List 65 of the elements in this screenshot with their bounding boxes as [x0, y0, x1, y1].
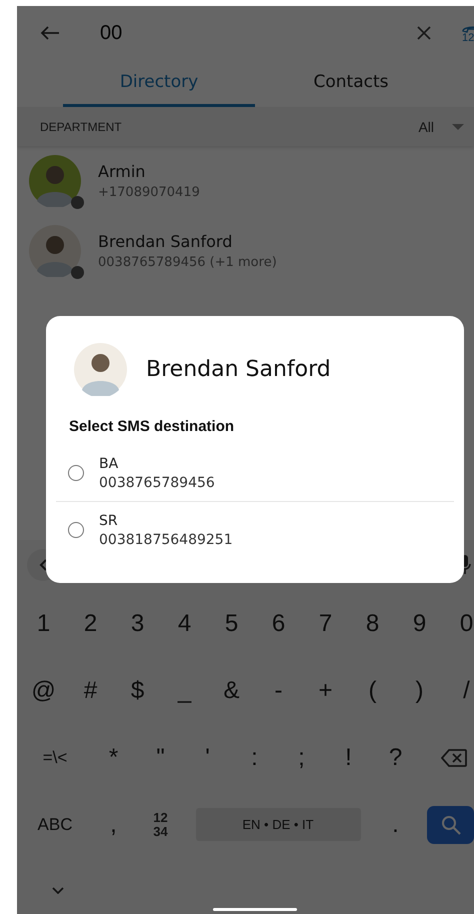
dropdown-value: All	[418, 118, 434, 134]
search-icon	[441, 814, 461, 834]
key[interactable]: #	[67, 668, 114, 712]
search-query[interactable]: 00	[100, 22, 416, 44]
avatar-placeholder	[29, 155, 81, 207]
department-dropdown[interactable]: All	[418, 118, 464, 134]
key[interactable]: (	[349, 668, 396, 712]
key[interactable]: 6	[255, 602, 302, 646]
key[interactable]: *	[90, 736, 137, 780]
key[interactable]: 9	[396, 602, 443, 646]
key[interactable]: =\<	[20, 736, 90, 780]
chevron-down-icon[interactable]	[52, 886, 64, 894]
option-label: SR	[99, 512, 119, 528]
backspace-icon[interactable]	[441, 748, 467, 766]
key[interactable]: 7	[302, 602, 349, 646]
key[interactable]: 2	[67, 602, 114, 646]
key[interactable]: ?	[372, 736, 419, 780]
option-number: 0038765789456	[99, 474, 215, 490]
search-key[interactable]	[427, 806, 474, 844]
key[interactable]: $	[114, 668, 161, 712]
key[interactable]: :	[231, 736, 278, 780]
key[interactable]: !	[325, 736, 372, 780]
key[interactable]: +	[302, 668, 349, 712]
filter-label: DEPARTMENT	[40, 120, 123, 134]
radio-button[interactable]	[68, 522, 84, 538]
key[interactable]: 3	[114, 602, 161, 646]
key[interactable]: 1	[20, 602, 67, 646]
option-number: 003818756489251	[99, 532, 233, 548]
destination-option[interactable]: BA 0038765789456	[56, 445, 454, 501]
key[interactable]: 4	[161, 602, 208, 646]
key[interactable]: @	[20, 668, 67, 712]
destination-option[interactable]: SR 003818756489251	[56, 501, 454, 558]
avatar-placeholder	[74, 343, 127, 396]
key[interactable]: ,	[90, 802, 137, 846]
key[interactable]: /	[443, 668, 474, 712]
caret-icon	[452, 124, 464, 130]
key[interactable]: )	[396, 668, 443, 712]
key[interactable]: '	[184, 736, 231, 780]
avatar-placeholder	[29, 225, 81, 277]
contact-row[interactable]: Brendan Sanford 0038765789456 (+1 more)	[17, 216, 474, 286]
contact-name: Armin	[98, 162, 146, 181]
key[interactable]: ;	[278, 736, 325, 780]
option-label: BA	[99, 456, 120, 472]
key[interactable]: 12 34	[137, 802, 184, 846]
chevron-left-icon	[39, 559, 47, 571]
key[interactable]: "	[137, 736, 184, 780]
key[interactable]: &	[208, 668, 255, 712]
radio-button[interactable]	[68, 465, 84, 481]
tab[interactable]: Contacts	[255, 60, 447, 107]
key[interactable]: -	[255, 668, 302, 712]
key[interactable]: .	[372, 802, 419, 846]
back-arrow-icon[interactable]	[40, 25, 60, 41]
dialog-title: Brendan Sanford	[146, 357, 331, 382]
key[interactable]: 0	[443, 602, 474, 646]
space-bar[interactable]: EN • DE • IT	[196, 808, 360, 841]
contact-number: +17089070419	[98, 185, 200, 200]
contact-name: Brendan Sanford	[98, 232, 234, 251]
contact-row[interactable]: Armin +17089070419	[17, 146, 474, 216]
key[interactable]: ABC	[20, 802, 90, 846]
close-icon[interactable]	[416, 25, 432, 41]
key[interactable]: 5	[208, 602, 255, 646]
dialog-heading: Select SMS destination	[69, 418, 236, 435]
contact-number: 0038765789456 (+1 more)	[98, 255, 277, 270]
key[interactable]: _	[161, 668, 208, 712]
key[interactable]: 8	[349, 602, 396, 646]
